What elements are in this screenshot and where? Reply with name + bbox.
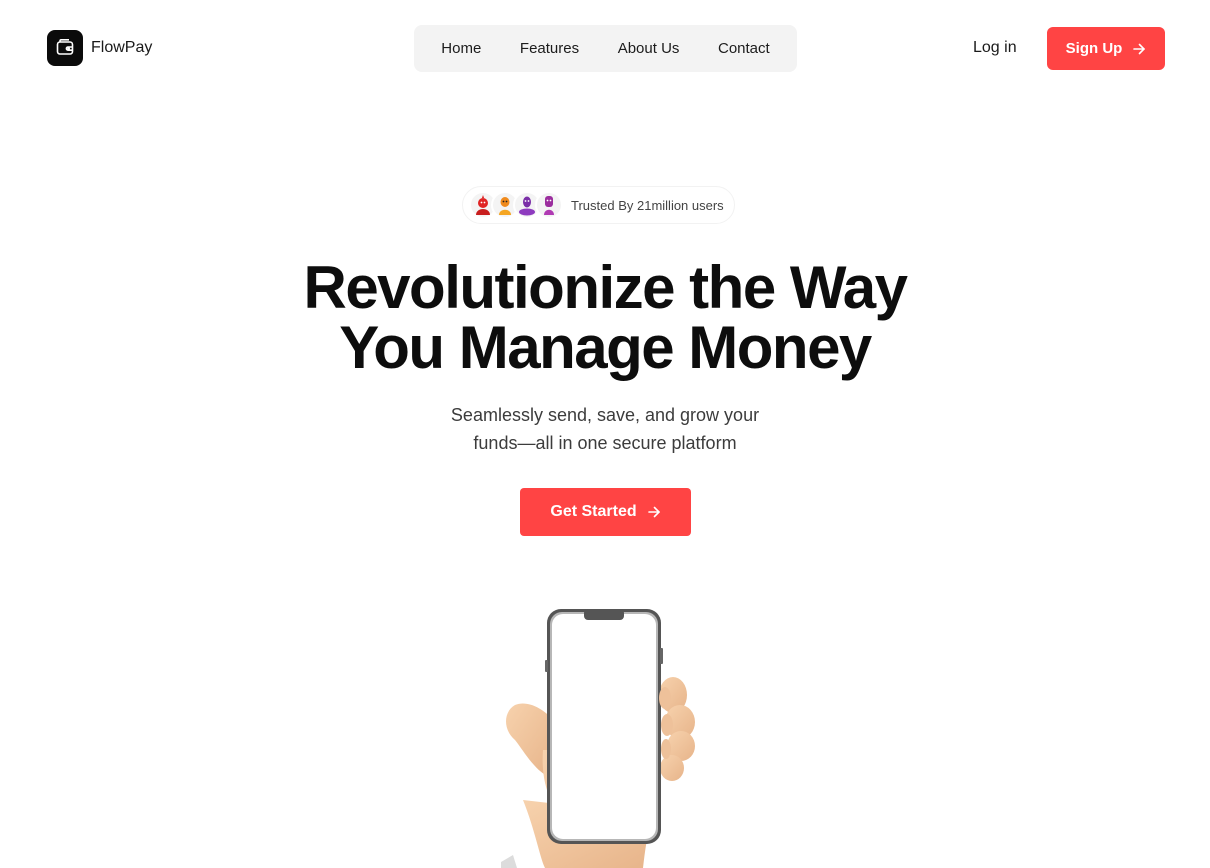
- hand-holding-phone-illustration: [501, 609, 695, 868]
- avatar: [535, 191, 563, 219]
- main-nav: Home Features About Us Contact: [414, 25, 797, 72]
- avatar-group: [469, 191, 563, 219]
- nav-item-features[interactable]: Features: [512, 34, 587, 63]
- get-started-label: Get Started: [550, 503, 637, 520]
- hero-headline-line-2: You Manage Money: [339, 314, 872, 381]
- hero-subtext: Seamlessly send, save, and grow your fun…: [405, 401, 805, 457]
- trust-text: Trusted By 21million users: [571, 197, 724, 213]
- get-started-button[interactable]: Get Started: [520, 488, 691, 536]
- landing-page: FlowPay Home Features About Us Contact L…: [0, 0, 1210, 868]
- hero-subtext-line-1: Seamlessly send, save, and grow your: [450, 405, 760, 425]
- arrow-right-icon: [1133, 43, 1146, 54]
- brand-logo-link[interactable]: FlowPay: [47, 30, 152, 66]
- nav-item-contact[interactable]: Contact: [710, 34, 778, 63]
- brand-name: FlowPay: [91, 39, 153, 56]
- hero-headline-line-1: Revolutionize the Way: [303, 254, 908, 321]
- signup-button[interactable]: Sign Up: [1047, 27, 1165, 70]
- arrow-right-icon: [647, 506, 660, 518]
- wallet-icon: [47, 30, 83, 66]
- hero-headline: Revolutionize the Way You Manage Money: [0, 258, 1210, 378]
- hero-subtext-line-2: funds—all in one secure platform: [473, 433, 737, 453]
- nav-item-about-us[interactable]: About Us: [610, 34, 688, 63]
- trust-badge: Trusted By 21million users: [462, 186, 735, 224]
- login-link[interactable]: Log in: [973, 39, 1017, 57]
- nav-item-home[interactable]: Home: [433, 34, 489, 63]
- signup-label: Sign Up: [1065, 40, 1123, 57]
